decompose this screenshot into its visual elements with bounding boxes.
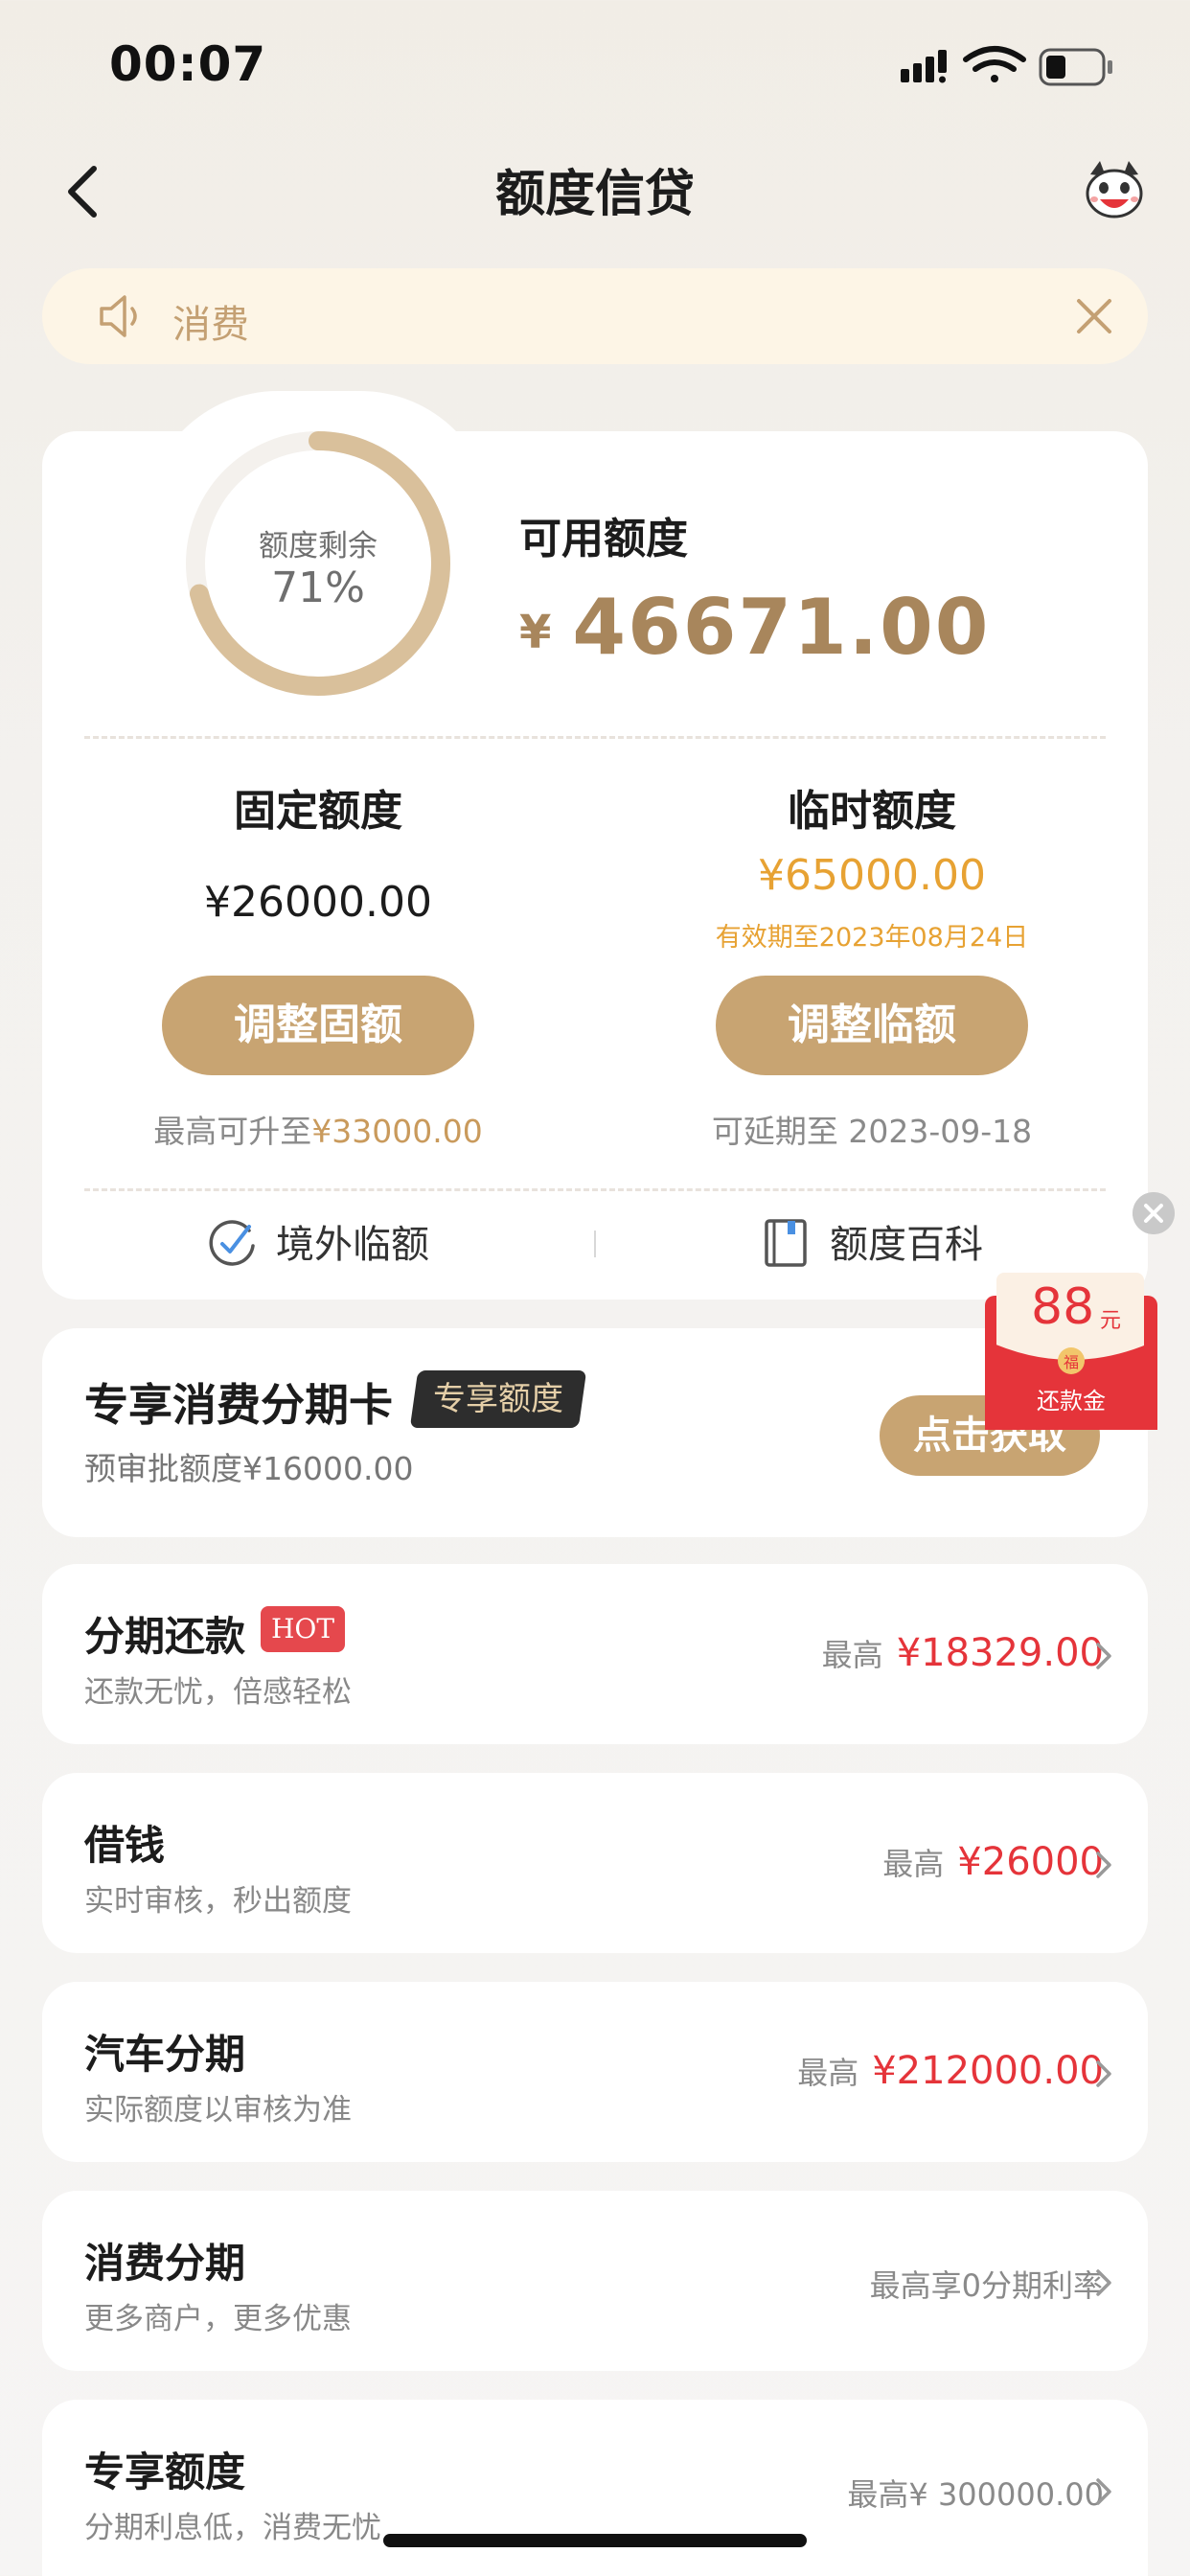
fixed-title: 固定额度 [234, 787, 402, 836]
item-right-label: 最高 [797, 2055, 859, 2091]
chevron-right-icon [1096, 2269, 1111, 2296]
wifi-icon [963, 46, 1026, 82]
item-sub: 还款无忧，倍感轻松 [84, 1675, 352, 1710]
item-right: 最高 ¥26000 [882, 1840, 1104, 1884]
fixed-note: 最高可升至¥33000.00 [50, 1106, 586, 1152]
chevron-right-icon [1096, 1643, 1111, 1669]
item-title: 专享额度 [84, 2449, 246, 2496]
item-title: 消费分期 [84, 2240, 246, 2287]
notice-text: 消费 [172, 303, 249, 347]
exclusive-tag: 专享额度 [409, 1370, 587, 1428]
status-time: 00:07 [109, 36, 267, 92]
check-circle-icon [209, 1220, 255, 1266]
available-amount: ¥46671.00 [519, 583, 990, 672]
fixed-note-value: ¥33000.00 [311, 1113, 483, 1150]
currency-symbol: ¥ [519, 606, 554, 659]
overseas-temp-link[interactable]: 境外临额 [207, 1213, 429, 1269]
divider [84, 736, 1106, 739]
temp-valid-date: 有效期至2023年08月24日 [715, 923, 1029, 953]
item-right-label: 最高¥ 300000.00 [847, 2476, 1104, 2513]
overseas-temp-label: 境外临额 [276, 1223, 429, 1267]
available-label: 可用额度 [519, 515, 688, 564]
credit-wiki-label: 额度百科 [830, 1223, 983, 1267]
item-title: 分期还款 [84, 1613, 246, 1660]
exclusive-sub: 预审批额度¥16000.00 [84, 1450, 414, 1487]
item-right-label: 最高 [821, 1637, 883, 1673]
chevron-right-icon [1096, 2060, 1111, 2087]
battery-icon [1039, 48, 1112, 86]
red-packet-unit: 元 [1100, 1309, 1122, 1333]
red-packet-label: 还款金 [1037, 1388, 1106, 1414]
item-sub: 实时审核，秒出额度 [84, 1884, 352, 1919]
book-icon [765, 1219, 807, 1267]
item-sub: 更多商户，更多优惠 [84, 2302, 352, 2336]
item-right-label: 最高 [882, 1846, 945, 1882]
temp-title: 临时额度 [788, 787, 956, 836]
item-sub: 分期利息低，消费无忧 [84, 2511, 381, 2545]
credit-wiki-link[interactable]: 额度百科 [761, 1213, 983, 1269]
fixed-amount: ¥26000.00 [204, 878, 432, 927]
ring-label: 额度剩余 [259, 529, 378, 564]
status-icons [901, 46, 1112, 86]
red-packet-badge[interactable]: 88 元 福 还款金 [983, 1273, 1159, 1432]
close-icon[interactable] [1073, 295, 1115, 337]
item-sub: 实际额度以审核为准 [84, 2093, 352, 2128]
item-right: 最高 ¥212000.00 [797, 2049, 1104, 2093]
item-right: 最高¥ 300000.00 [847, 2471, 1104, 2515]
item-right-amount: ¥18329.00 [896, 1631, 1104, 1675]
red-packet-seal: 福 [1063, 1353, 1079, 1371]
page-title: 额度信贷 [494, 166, 695, 223]
exclusive-title: 专享消费分期卡 [84, 1379, 393, 1431]
item-right-amount: ¥26000 [957, 1840, 1104, 1884]
notice-bar[interactable]: 消费 [42, 268, 1148, 364]
temp-amount: ¥65000.00 [758, 851, 986, 900]
home-indicator[interactable] [383, 2534, 807, 2547]
item-right-label: 最高享0分期利率 [869, 2267, 1104, 2304]
item-right-amount: ¥212000.00 [872, 2049, 1104, 2093]
chevron-right-icon [1096, 1852, 1111, 1878]
divider [84, 1188, 1106, 1191]
adjust-temp-button[interactable]: 调整临额 [716, 976, 1028, 1075]
link-separator [594, 1230, 596, 1257]
item-right: 最高享0分期利率 [870, 2262, 1104, 2306]
fixed-note-prefix: 最高可升至 [153, 1113, 312, 1150]
item-title: 汽车分期 [84, 2031, 246, 2078]
item-right: 最高 ¥18329.00 [822, 1631, 1104, 1675]
adjust-fixed-button[interactable]: 调整固额 [162, 976, 474, 1075]
temp-note: 可延期至 2023-09-18 [711, 1113, 1033, 1150]
mascot-avatar-icon[interactable] [1081, 157, 1148, 224]
ring-percent: 71% [271, 564, 365, 612]
red-packet-amount: 88 [1031, 1278, 1095, 1336]
speaker-icon [100, 295, 137, 337]
float-close-icon[interactable] [1133, 1192, 1175, 1234]
exclusive-tag-label: 专享额度 [433, 1380, 563, 1418]
item-title: 借钱 [84, 1822, 166, 1869]
chevron-right-icon [1096, 2478, 1111, 2505]
signal-icon [901, 50, 947, 83]
available-amount-value: 46671.00 [572, 583, 991, 672]
hot-badge: HOT [261, 1606, 345, 1652]
